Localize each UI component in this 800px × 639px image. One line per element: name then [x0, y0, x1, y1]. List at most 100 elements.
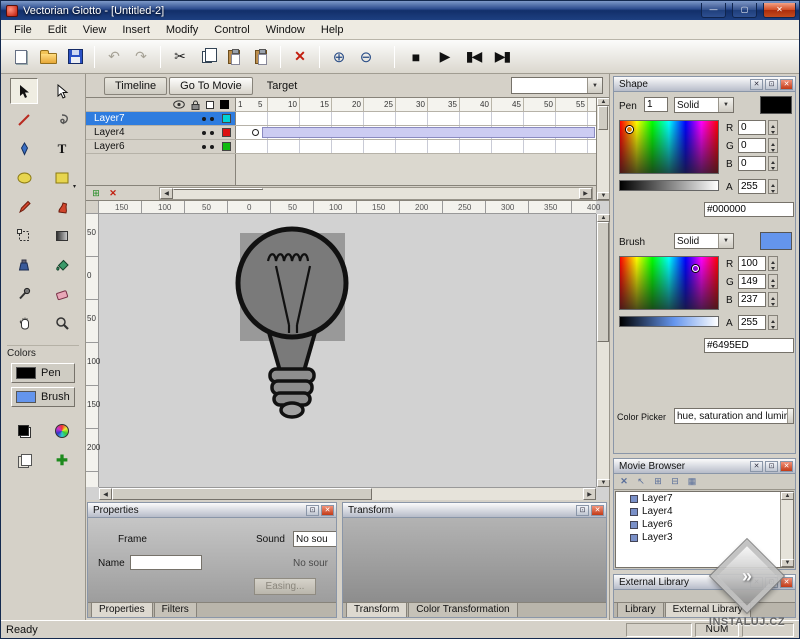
scroll-right-icon[interactable]: ▶	[579, 188, 592, 199]
menu-control[interactable]: Control	[206, 21, 257, 39]
zoom-tool[interactable]	[48, 310, 76, 336]
layer-visible-dot[interactable]	[202, 145, 206, 149]
tween-span[interactable]	[262, 127, 595, 138]
eraser-tool[interactable]	[48, 281, 76, 307]
pen-color-preview[interactable]	[760, 96, 792, 114]
brush-color-button[interactable]: Brush	[11, 387, 75, 407]
list-item[interactable]: Layer7	[616, 492, 780, 505]
scroll-left-icon[interactable]: ◀	[99, 488, 112, 500]
layer-lock-dot[interactable]	[210, 131, 214, 135]
fill-transform-tool[interactable]	[48, 223, 76, 249]
layer-visible-dot[interactable]	[202, 117, 206, 121]
mb-expand-button[interactable]: ⊞	[651, 475, 665, 488]
scroll-left-icon[interactable]: ◀	[160, 188, 173, 199]
timeline-vscrollbar[interactable]: ▲ ▼	[596, 98, 609, 200]
ink-bottle-tool[interactable]	[10, 252, 38, 278]
pin-icon[interactable]: ⊡	[306, 505, 319, 516]
scroll-up-icon[interactable]: ▲	[781, 492, 794, 500]
color-wheel-button[interactable]	[49, 419, 75, 443]
pin-icon[interactable]: ⊡	[765, 461, 778, 472]
tab-filters[interactable]: Filters	[154, 602, 197, 617]
brush-color-preview[interactable]	[760, 232, 792, 250]
go-to-movie-button[interactable]: Go To Movie	[169, 77, 253, 95]
minimize-button[interactable]: —	[701, 3, 726, 18]
pen-r-input[interactable]	[738, 120, 766, 135]
timeline-tab-button[interactable]: Timeline	[104, 77, 167, 95]
mb-delete-button[interactable]: ✕	[617, 475, 631, 488]
pin-icon[interactable]: ⊡	[576, 505, 589, 516]
delete-button[interactable]: ✕	[287, 44, 313, 70]
scroll-right-icon[interactable]: ▶	[583, 488, 596, 500]
menu-view[interactable]: View	[75, 21, 115, 39]
delete-layer-button[interactable]: ✕	[106, 187, 120, 199]
menu-help[interactable]: Help	[313, 21, 352, 39]
align-button[interactable]: ✚	[49, 448, 75, 472]
app-icon[interactable]	[6, 5, 18, 17]
close-button[interactable]: ✕	[763, 3, 796, 18]
mb-view-button[interactable]: ▦	[685, 475, 699, 488]
hide-icon[interactable]: ✕	[750, 461, 763, 472]
timeline-layer-row[interactable]: Layer4	[86, 126, 596, 140]
list-item[interactable]: Layer4	[616, 505, 780, 518]
pencil-tool[interactable]	[10, 194, 38, 220]
eye-icon[interactable]	[173, 100, 185, 109]
spinner[interactable]	[768, 179, 778, 194]
spinner[interactable]	[768, 256, 778, 271]
close-icon[interactable]: ✕	[780, 461, 793, 472]
brush-color-field[interactable]	[619, 256, 719, 310]
dropdown-arrow-icon[interactable]: ▼	[718, 234, 733, 248]
hide-icon[interactable]: ✕	[750, 79, 763, 90]
pen-hex-input[interactable]	[704, 202, 794, 217]
rectangle-tool[interactable]: ▾	[48, 165, 76, 191]
save-button[interactable]	[62, 44, 88, 70]
new-document-button[interactable]	[8, 44, 34, 70]
frame-ruler[interactable]: 1 5 10 15 20 25 30 35 40 45 50 55	[236, 98, 596, 111]
timeline-layer-row[interactable]: Layer7	[86, 112, 596, 126]
copy-button[interactable]	[194, 44, 220, 70]
name-input[interactable]	[130, 555, 202, 570]
brush-r-input[interactable]	[738, 256, 766, 271]
redo-button[interactable]: ↷	[128, 44, 154, 70]
pen-width-input[interactable]	[644, 97, 668, 112]
arrow-tool[interactable]	[10, 78, 38, 104]
spinner[interactable]	[768, 315, 778, 330]
close-icon[interactable]: ✕	[780, 79, 793, 90]
spinner[interactable]	[768, 292, 778, 307]
layer-frames[interactable]	[236, 140, 596, 153]
subselect-tool[interactable]	[48, 78, 76, 104]
target-dropdown[interactable]: ▼	[511, 77, 603, 94]
eyedropper-tool[interactable]	[10, 281, 38, 307]
pen-color-button[interactable]: Pen	[11, 363, 75, 383]
default-colors-button[interactable]	[11, 419, 37, 443]
sound-dropdown[interactable]: No sou	[293, 531, 336, 547]
spinner[interactable]	[768, 274, 778, 289]
layer-color-swatch[interactable]	[222, 142, 231, 151]
duplicate-button[interactable]	[11, 448, 37, 472]
color-picker-dropdown[interactable]: hue, saturation and lumir ▼	[674, 408, 794, 424]
canvas-vscrollbar[interactable]: ▲ ▼	[596, 214, 609, 487]
dropdown-arrow-icon[interactable]: ▼	[787, 409, 794, 423]
layer-lock-dot[interactable]	[210, 117, 214, 121]
mb-go-up-button[interactable]: ↖	[634, 475, 648, 488]
menu-modify[interactable]: Modify	[158, 21, 206, 39]
tab-color-transformation[interactable]: Color Transformation	[408, 602, 517, 617]
scrollbar-thumb[interactable]	[112, 488, 372, 500]
line-tool[interactable]	[10, 107, 38, 133]
color-marker[interactable]	[692, 265, 699, 272]
pen-color-field[interactable]	[619, 120, 719, 174]
mb-collapse-button[interactable]: ⊟	[668, 475, 682, 488]
zoom-out-button[interactable]: ⊖	[353, 44, 379, 70]
dropdown-arrow-icon[interactable]: ▼	[587, 78, 602, 93]
maximize-button[interactable]: ▢	[732, 3, 757, 18]
pin-icon[interactable]: ⊡	[765, 79, 778, 90]
spinner[interactable]	[768, 138, 778, 153]
play-button[interactable]: ▶	[430, 44, 458, 70]
scroll-down-icon[interactable]: ▼	[597, 479, 610, 487]
brush-b-input[interactable]	[738, 292, 766, 307]
undo-button[interactable]: ↶	[101, 44, 127, 70]
paste-in-place-button[interactable]	[248, 44, 274, 70]
menu-edit[interactable]: Edit	[40, 21, 75, 39]
easing-button[interactable]: Easing...	[254, 578, 316, 595]
tab-library[interactable]: Library	[617, 602, 664, 617]
stop-button[interactable]: ■	[401, 44, 429, 70]
